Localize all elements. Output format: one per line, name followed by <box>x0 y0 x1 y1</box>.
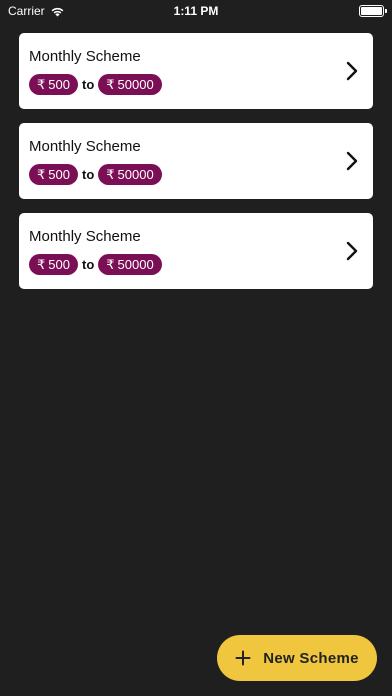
min-amount: 500 <box>48 257 70 272</box>
new-scheme-label: New Scheme <box>263 649 359 667</box>
scheme-card[interactable]: Monthly Scheme ₹ 500 to ₹ 50000 <box>19 213 373 289</box>
max-amount-badge: ₹ 50000 <box>98 164 162 185</box>
amount-range: ₹ 500 to ₹ 50000 <box>29 254 162 275</box>
rupee-symbol: ₹ <box>106 77 115 92</box>
range-connector: to <box>81 257 95 272</box>
scheme-list: Monthly Scheme ₹ 500 to ₹ 50000 Monthly … <box>19 33 373 303</box>
min-amount: 500 <box>48 77 70 92</box>
max-amount: 50000 <box>117 77 154 92</box>
max-amount: 50000 <box>117 167 154 182</box>
amount-range: ₹ 500 to ₹ 50000 <box>29 164 162 185</box>
new-scheme-button[interactable]: New Scheme <box>217 635 377 681</box>
min-amount: 500 <box>48 167 70 182</box>
chevron-right-icon <box>346 151 358 171</box>
scheme-title: Monthly Scheme <box>29 228 141 245</box>
rupee-symbol: ₹ <box>37 77 46 92</box>
max-amount-badge: ₹ 50000 <box>98 254 162 275</box>
scheme-title: Monthly Scheme <box>29 48 141 65</box>
rupee-symbol: ₹ <box>106 167 115 182</box>
amount-range: ₹ 500 to ₹ 50000 <box>29 74 162 95</box>
scheme-card[interactable]: Monthly Scheme ₹ 500 to ₹ 50000 <box>19 123 373 199</box>
min-amount-badge: ₹ 500 <box>29 74 78 95</box>
rupee-symbol: ₹ <box>37 257 46 272</box>
status-time: 1:11 PM <box>173 4 219 18</box>
min-amount-badge: ₹ 500 <box>29 254 78 275</box>
scheme-card[interactable]: Monthly Scheme ₹ 500 to ₹ 50000 <box>19 33 373 109</box>
rupee-symbol: ₹ <box>106 257 115 272</box>
range-connector: to <box>81 167 95 182</box>
min-amount-badge: ₹ 500 <box>29 164 78 185</box>
max-amount-badge: ₹ 50000 <box>98 74 162 95</box>
battery-icon <box>359 5 387 17</box>
rupee-symbol: ₹ <box>37 167 46 182</box>
status-bar: Carrier 1:11 PM <box>0 0 392 22</box>
chevron-right-icon <box>346 61 358 81</box>
chevron-right-icon <box>346 241 358 261</box>
scheme-title: Monthly Scheme <box>29 138 141 155</box>
range-connector: to <box>81 77 95 92</box>
plus-icon <box>235 650 251 666</box>
max-amount: 50000 <box>117 257 154 272</box>
